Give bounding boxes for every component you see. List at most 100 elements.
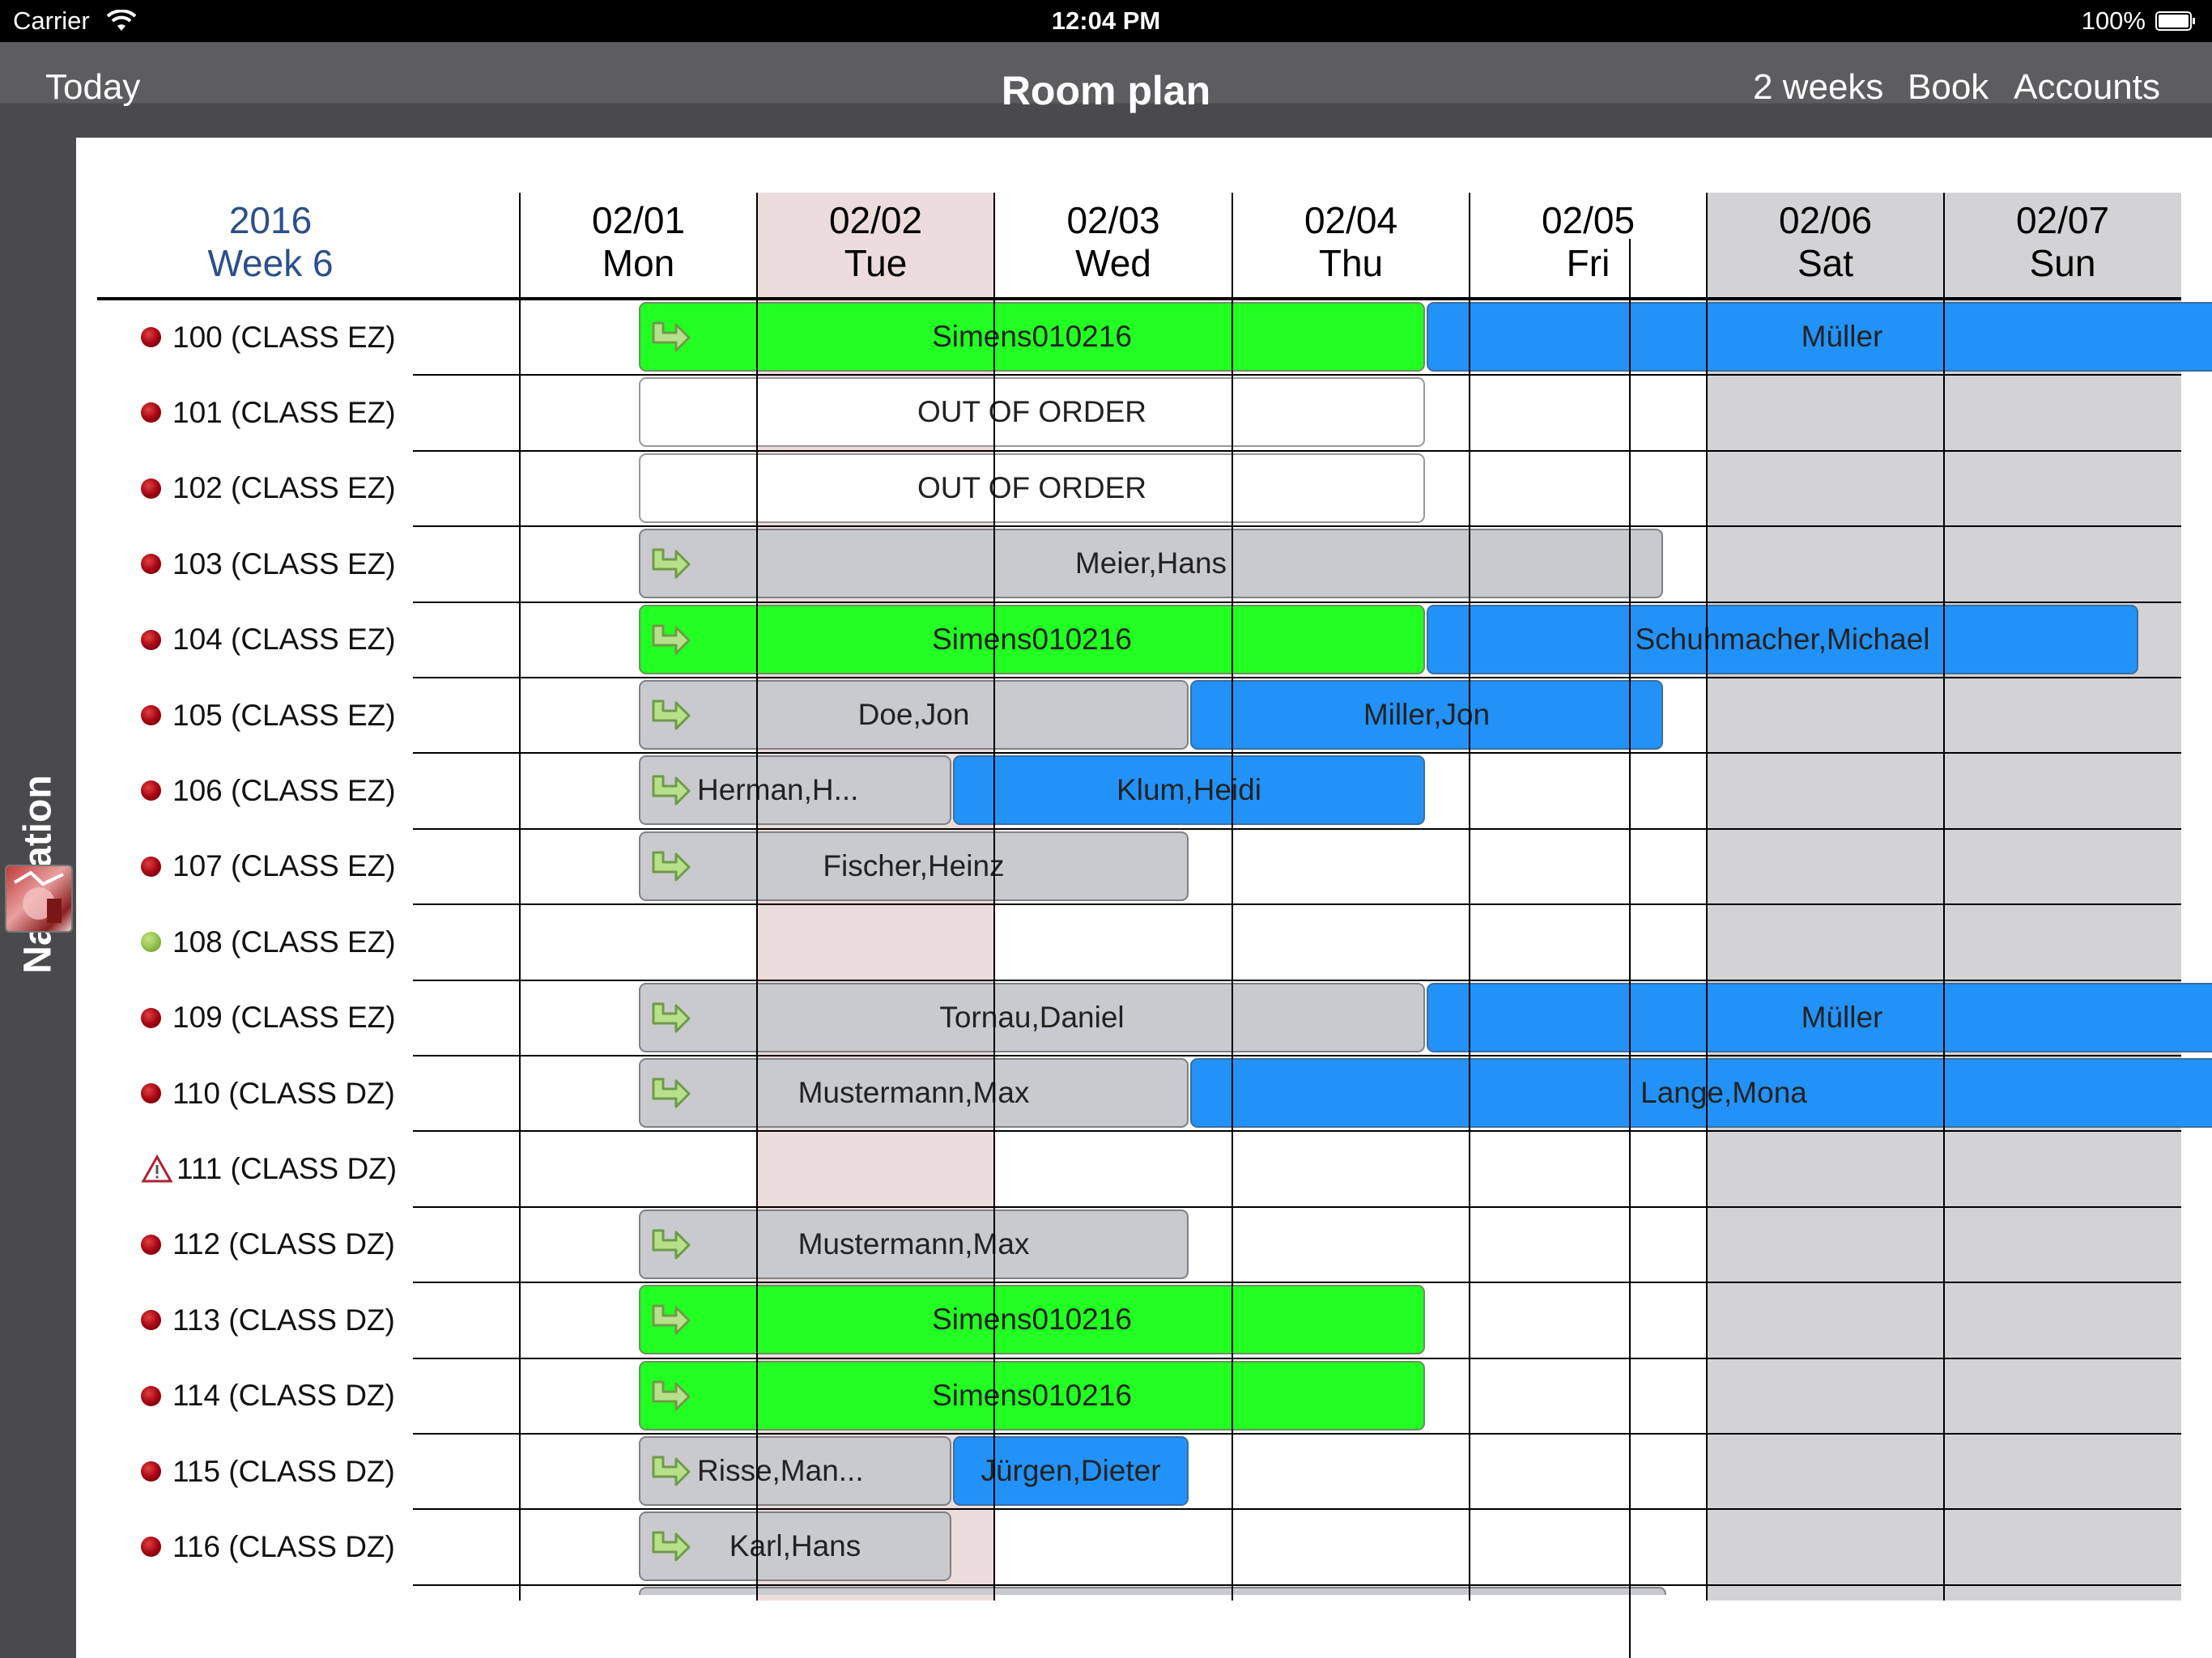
room-label[interactable]: 112 (CLASS DZ) (141, 1207, 395, 1282)
year-week-header: 2016 Week 6 (173, 199, 368, 285)
booking-guest-name: Meier,Hans (1074, 546, 1227, 580)
navigation-bar: Today Room plan 2 weeks Book Accounts (0, 42, 2212, 138)
row-divider (413, 1282, 2181, 1284)
row-divider (413, 374, 2181, 376)
room-name: 106 (CLASS EZ) (172, 773, 396, 807)
room-name: 112 (CLASS DZ) (172, 1227, 395, 1261)
warning-icon (141, 1154, 173, 1183)
arrow-in-icon (652, 321, 691, 352)
battery-icon (2155, 11, 2195, 31)
booking-bar[interactable]: Lange,Mona (1190, 1058, 2212, 1128)
room-label[interactable]: 114 (CLASS DZ) (141, 1358, 395, 1434)
column-divider (1231, 193, 1233, 1601)
room-occupied-indicator (141, 1234, 161, 1255)
row-divider (413, 1055, 2181, 1056)
booking-bar[interactable]: Fischer,Heinz (639, 831, 1189, 901)
room-label[interactable]: 110 (CLASS DZ) (141, 1056, 395, 1131)
room-occupied-indicator (141, 705, 161, 725)
day-header-tue[interactable]: 02/02 Tue (757, 199, 994, 285)
day-date: 02/02 (828, 199, 923, 241)
room-label[interactable]: 104 (CLASS EZ) (141, 602, 396, 678)
row-divider (413, 449, 2181, 452)
room-label[interactable]: 103 (CLASS EZ) (141, 526, 396, 602)
day-weekday: Wed (1075, 242, 1151, 284)
booking-guest-name: Miller,Jon (1363, 698, 1491, 731)
room-occupied-indicator (141, 629, 161, 650)
day-date: 02/07 (2015, 199, 2110, 241)
room-occupied-indicator (141, 1083, 161, 1103)
booking-bar-partial[interactable] (639, 1586, 1666, 1595)
booking-bar[interactable]: Klum,Heidi (953, 755, 1425, 826)
room-label[interactable]: 100 (CLASS EZ) (141, 300, 396, 375)
room-label[interactable]: 107 (CLASS EZ) (141, 829, 396, 904)
booking-guest-name: OUT OF ORDER (917, 395, 1146, 429)
arrow-in-icon (652, 1304, 691, 1335)
booking-guest-name: OUT OF ORDER (917, 470, 1146, 504)
room-name: 105 (CLASS EZ) (172, 698, 396, 732)
booking-bar[interactable]: Mustermann,Max (639, 1058, 1189, 1128)
day-date: 02/03 (1066, 199, 1160, 241)
booking-guest-name: Simens010216 (932, 1303, 1132, 1337)
row-divider (413, 1357, 2181, 1359)
row-divider (413, 903, 2181, 906)
room-label[interactable]: 113 (CLASS DZ) (141, 1282, 395, 1358)
room-label[interactable]: 115 (CLASS DZ) (141, 1434, 395, 1509)
row-divider (413, 827, 2181, 830)
book-button[interactable]: Book (1908, 67, 1989, 108)
room-label[interactable]: 111 (CLASS DZ) (141, 1131, 397, 1206)
booking-bar[interactable]: Jürgen,Dieter (953, 1436, 1189, 1506)
booking-bar[interactable]: Müller (1427, 302, 2212, 372)
booking-guest-name: Klum,Heidi (1117, 773, 1261, 807)
room-name: 110 (CLASS DZ) (172, 1076, 395, 1110)
arrow-in-icon (652, 1229, 691, 1260)
two-weeks-button[interactable]: 2 weeks (1753, 67, 1883, 108)
side-navigation[interactable]: Navigation (0, 138, 76, 1658)
day-header-fri[interactable]: 02/05 Fri (1470, 199, 1707, 285)
booking-bar[interactable]: Müller (1427, 982, 2212, 1052)
room-label[interactable]: 102 (CLASS EZ) (141, 451, 396, 526)
room-label[interactable]: 108 (CLASS EZ) (141, 904, 396, 980)
row-divider (413, 979, 2181, 981)
row-divider (413, 601, 2181, 603)
weekend-column-shade (1944, 193, 2181, 1601)
arrow-in-icon (652, 1456, 691, 1486)
accounts-button[interactable]: Accounts (2014, 67, 2160, 108)
booking-bar[interactable]: Risse,Man... (639, 1436, 951, 1506)
day-header-wed[interactable]: 02/03 Wed (994, 199, 1232, 285)
day-weekday: Tue (844, 242, 908, 284)
booking-bar[interactable]: Meier,Hans (639, 529, 1663, 599)
navigation-thumbnail-icon[interactable] (5, 865, 73, 933)
booking-bar[interactable]: Herman,H... (639, 755, 951, 826)
day-weekday: Thu (1318, 242, 1384, 284)
room-label[interactable]: 109 (CLASS EZ) (141, 980, 396, 1056)
booking-bar[interactable]: Miller,Jon (1190, 680, 1663, 750)
room-label[interactable]: 101 (CLASS EZ) (141, 375, 396, 450)
booking-bar[interactable]: Doe,Jon (639, 680, 1189, 750)
room-occupied-indicator (141, 1537, 161, 1558)
clock: 12:04 PM (1051, 6, 1161, 35)
room-label[interactable]: 105 (CLASS EZ) (141, 678, 396, 753)
row-divider (413, 1508, 2181, 1511)
booking-guest-name: Risse,Man... (697, 1454, 864, 1487)
arrow-in-icon (652, 1078, 691, 1108)
day-date: 02/05 (1541, 199, 1636, 241)
day-header-mon[interactable]: 02/01 Mon (520, 199, 757, 285)
room-label[interactable]: 106 (CLASS EZ) (141, 753, 396, 828)
day-header-sat[interactable]: 02/06 Sat (1707, 199, 1944, 285)
booking-guest-name: Simens010216 (932, 320, 1132, 353)
room-free-indicator (141, 932, 161, 953)
day-header-thu[interactable]: 02/04 Thu (1232, 199, 1470, 285)
battery-percent: 100% (2081, 6, 2146, 35)
arrow-in-icon (652, 1380, 691, 1411)
room-name: 108 (CLASS EZ) (172, 925, 396, 959)
day-header-sun[interactable]: 02/07 Sun (1944, 199, 2181, 285)
booking-bar[interactable]: Karl,Hans (639, 1511, 951, 1582)
booking-bar[interactable]: Mustermann,Max (639, 1209, 1189, 1279)
row-divider (413, 525, 2181, 528)
day-date: 02/01 (591, 199, 686, 241)
room-occupied-indicator (141, 780, 161, 801)
booking-bar[interactable]: Schuhmacher,Michael (1427, 604, 2138, 674)
room-occupied-indicator (141, 402, 161, 423)
day-weekday: Sat (1797, 242, 1854, 284)
room-label[interactable]: 116 (CLASS DZ) (141, 1509, 395, 1584)
